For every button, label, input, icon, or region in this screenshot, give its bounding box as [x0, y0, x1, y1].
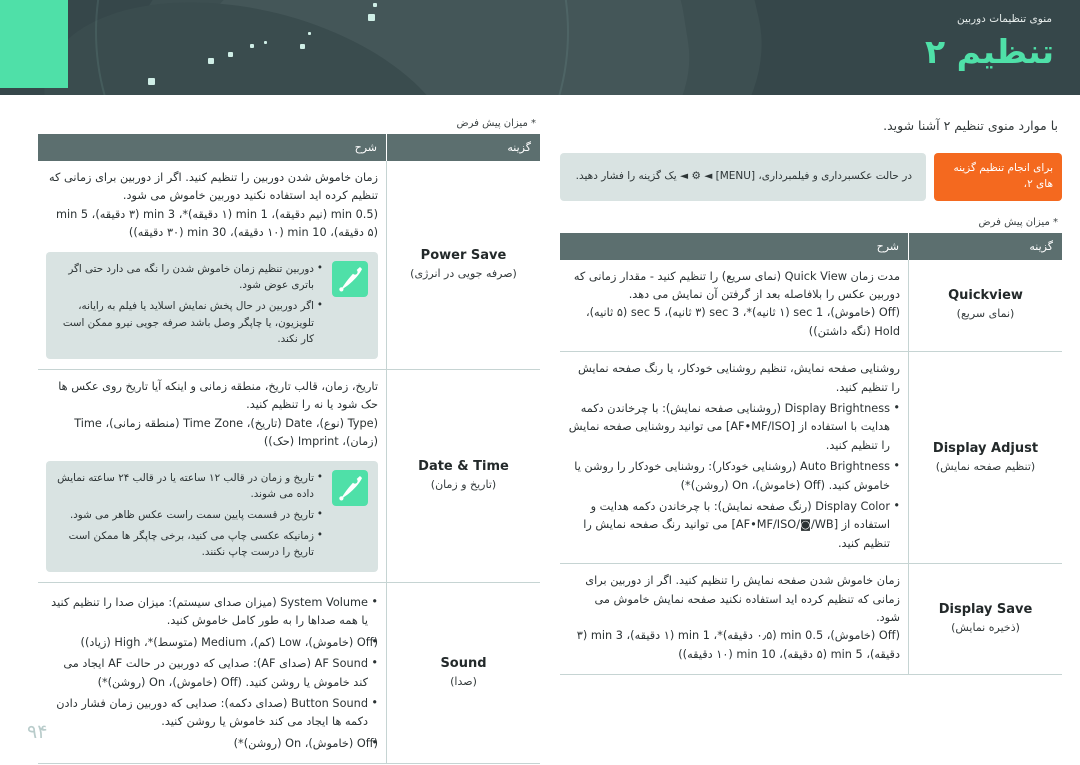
intro-text: با موارد منوی تنظیم ۲ آشنا شوید.	[883, 118, 1058, 133]
option-cell: Sound (صدا)	[386, 582, 540, 764]
table-row: Display Adjust (تنظیم صفحه نمایش) روشنای…	[560, 351, 1062, 564]
list-item: تاریخ و زمان در قالب ۱۲ ساعته یا در قالب…	[56, 469, 323, 503]
sparkle-icon	[264, 41, 267, 44]
list-item: AF Sound (صدای AF): صدایی که دوربین در ح…	[46, 654, 378, 692]
description-cell: مدت زمان Quick View (نمای سریع) را تنظیم…	[560, 260, 909, 352]
option-name-fa: (ذخیره نمایش)	[951, 621, 1020, 635]
table-header-row: گزینه شرح	[38, 134, 540, 161]
callout-row: برای انجام تنظیم گزینه های ۲، در حالت عک…	[560, 153, 1062, 201]
description-cell: System Volume (میزان صدای سیستم): میزان …	[38, 582, 387, 763]
note-list: دوربین تنظیم زمان خاموش شدن را نگه می دا…	[56, 260, 323, 348]
sparkle-icon	[148, 78, 155, 85]
option-values: (0.5 min (نیم دقیقه)، 1 min (۱ دقیقه)*، …	[55, 207, 378, 240]
description-text: مدت زمان Quick View (نمای سریع) را تنظیم…	[573, 269, 900, 301]
table-row: Date & Time (تاریخ و زمان) تاریخ، زمان، …	[38, 369, 540, 583]
column-right: با موارد منوی تنظیم ۲ آشنا شوید. برای ان…	[560, 95, 1062, 675]
table-row: Quickview (نمای سریع) مدت زمان Quick Vie…	[560, 259, 1062, 352]
sparkle-icon	[228, 52, 233, 57]
option-cell: Quickview (نمای سریع)	[908, 259, 1062, 352]
option-name-en: Sound	[440, 656, 487, 671]
sub-option-list: Display Brightness (روشنایی صفحه نمایش):…	[568, 399, 900, 553]
option-name-en: Date & Time	[418, 458, 509, 474]
header-subtitle: منوی تنظیمات دوربین	[956, 13, 1052, 25]
description-text: تاریخ، زمان، قالب تاریخ، منطقه زمانی و ا…	[58, 379, 378, 412]
banner-arc-decoration	[95, 0, 569, 95]
sparkle-icon	[308, 32, 311, 35]
sparkle-icon	[208, 58, 214, 64]
column-header-description: شرح	[38, 134, 387, 161]
list-item: Display Color (رنگ صفحه نمایش): با چرخان…	[568, 497, 900, 553]
list-item-values: (Off (خاموش)، On (روشن)*)	[46, 734, 378, 753]
column-header-description: شرح	[560, 232, 909, 260]
list-item: Auto Brightness (روشنایی خودکار): روشنای…	[568, 457, 900, 495]
list-item: Display Brightness (روشنایی صفحه نمایش):…	[568, 399, 900, 455]
option-name-en: Quickview	[948, 288, 1023, 304]
sparkle-icon	[250, 44, 254, 48]
option-name-fa: (صدا)	[450, 675, 477, 689]
option-name-en: Power Save	[420, 247, 507, 263]
option-cell: Date & Time (تاریخ و زمان)	[386, 369, 540, 583]
settings-table-left: گزینه شرح Power Save (صرفه جویی در انرژی…	[38, 134, 540, 764]
option-name-en: Display Adjust	[932, 440, 1039, 456]
default-value-note: * میزان پیش فرض	[978, 216, 1059, 228]
sparkle-icon	[373, 3, 377, 7]
note-list: تاریخ و زمان در قالب ۱۲ ساعته یا در قالب…	[56, 469, 323, 561]
page-body: با موارد منوی تنظیم ۲ آشنا شوید. برای ان…	[0, 95, 1080, 765]
list-item: دوربین تنظیم زمان خاموش شدن را نگه می دا…	[56, 260, 323, 294]
list-item: تاریخ در قسمت پایین سمت راست عکس ظاهر می…	[56, 506, 323, 524]
note-box: دوربین تنظیم زمان خاموش شدن را نگه می دا…	[46, 251, 378, 359]
note-box: تاریخ و زمان در قالب ۱۲ ساعته یا در قالب…	[46, 460, 378, 572]
description-text: زمان خاموش شدن صفحه نمایش را تنظیم کنید.…	[585, 574, 900, 624]
option-cell: Display Adjust (تنظیم صفحه نمایش)	[908, 351, 1062, 564]
list-item: System Volume (میزان صدای سیستم): میزان …	[46, 593, 378, 631]
description-text: روشنایی صفحه نمایش، تنظیم روشنایی خودکار…	[578, 362, 900, 394]
list-item: اگر دوربین در حال پخش نمایش اسلاید یا فی…	[56, 297, 323, 348]
table-header-row: گزینه شرح	[560, 232, 1062, 260]
settings-table-right: گزینه شرح Quickview (نمای سریع) مدت زمان…	[560, 232, 1062, 676]
list-item-values: (Off (خاموش)، Low (کم)، Medium (متوسط)*،…	[46, 633, 378, 652]
description-cell: روشنایی صفحه نمایش، تنظیم روشنایی خودکار…	[560, 352, 909, 564]
page-title: تنظیم ۲	[924, 32, 1054, 71]
column-header-option: گزینه	[908, 232, 1062, 260]
description-cell: تاریخ، زمان، قالب تاریخ، منطقه زمانی و ا…	[38, 369, 387, 582]
column-left: * میزان پیش فرض گزینه شرح Power Save (صر…	[38, 95, 540, 764]
sparkle-icon	[368, 14, 375, 21]
setting-path-badge: برای انجام تنظیم گزینه های ۲،	[934, 153, 1062, 201]
menu-path-hint: در حالت عکسبرداری و فیلمبرداری، [MENU] ◄…	[560, 153, 926, 201]
page-number: ۹۴	[27, 721, 48, 743]
green-accent-tab	[0, 0, 68, 88]
option-name-en: Display Save	[938, 602, 1033, 618]
option-name-fa: (تنظیم صفحه نمایش)	[935, 459, 1036, 473]
description-text: زمان خاموش شدن دوربین را تنظیم کنید. اگر…	[48, 171, 378, 203]
table-row: Power Save (صرفه جویی در انرژی) زمان خام…	[38, 161, 540, 370]
option-values: (Type (نوع)، Date (تاریخ)، Time Zone (من…	[74, 416, 378, 449]
sub-option-list: System Volume (میزان صدای سیستم): میزان …	[46, 593, 378, 753]
list-item: زمانیکه عکسی چاپ می کنید، برخی چاپگر ها …	[56, 527, 323, 561]
option-name-fa: (تاریخ و زمان)	[430, 478, 497, 492]
list-item: Button Sound (صدای دکمه): صدایی که دوربی…	[46, 694, 378, 732]
page-header-banner: منوی تنظیمات دوربین تنظیم ۲	[0, 0, 1080, 95]
option-name-fa: (صرفه جویی در انرژی)	[410, 267, 517, 281]
option-name-fa: (نمای سریع)	[956, 307, 1015, 321]
option-values: (Off (خاموش)، 0.5 min (۰٫۵ دقیقه)*، 1 mi…	[576, 629, 900, 661]
table-row: Display Save (ذخیره نمایش) زمان خاموش شد…	[560, 563, 1062, 675]
pen-icon	[332, 260, 368, 297]
table-row: Sound (صدا) System Volume (میزان صدای سی…	[38, 582, 540, 764]
sparkle-icon	[300, 44, 305, 49]
pen-icon	[332, 469, 368, 506]
option-cell: Power Save (صرفه جویی در انرژی)	[386, 161, 540, 370]
description-cell: زمان خاموش شدن صفحه نمایش را تنظیم کنید.…	[560, 564, 909, 675]
column-header-option: گزینه	[386, 134, 540, 161]
description-cell: زمان خاموش شدن دوربین را تنظیم کنید. اگر…	[38, 161, 387, 369]
option-values: (Off (خاموش)، 1 sec (۱ ثانیه)*، 3 sec (۳…	[586, 306, 900, 338]
option-cell: Display Save (ذخیره نمایش)	[908, 563, 1062, 675]
default-value-note: * میزان پیش فرض	[456, 118, 537, 129]
